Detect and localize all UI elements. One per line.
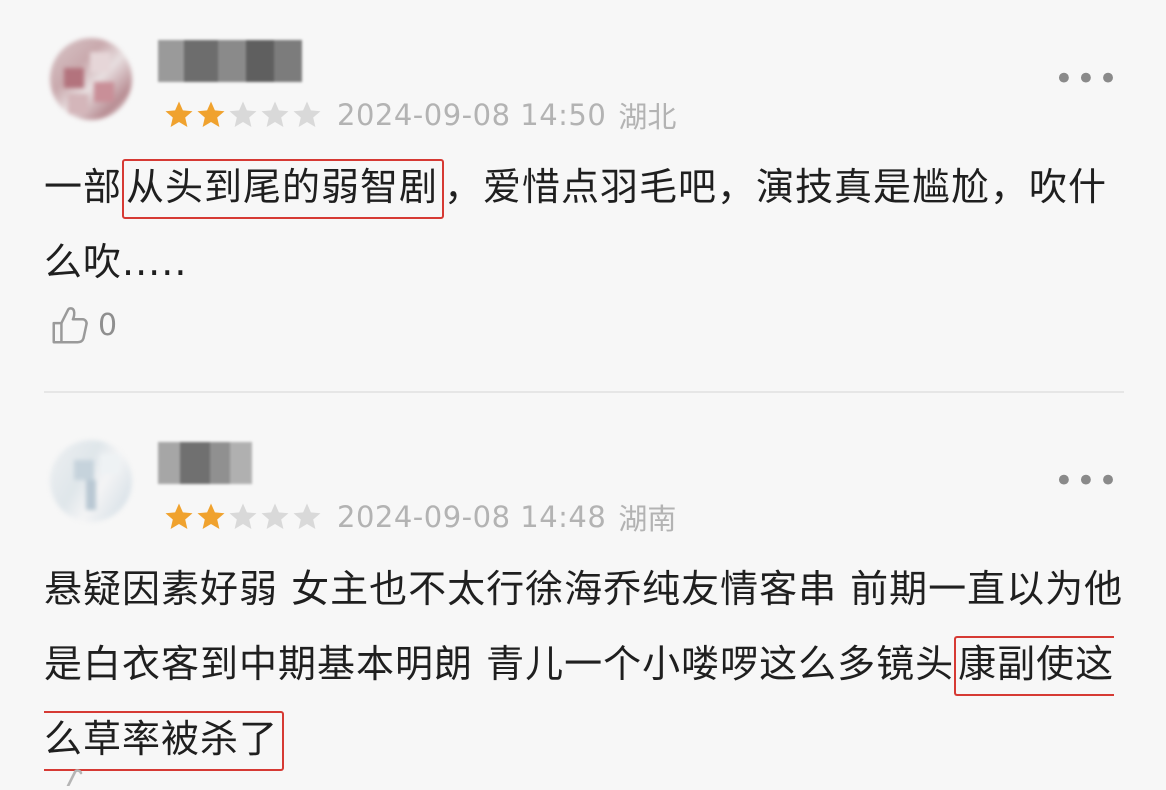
star-empty-icon [229, 503, 257, 529]
comment-meta: 2024-09-08 14:50 湖北 [163, 98, 676, 134]
star-filled-icon [197, 101, 225, 127]
comment-region: 湖南 [618, 502, 677, 536]
star-filled-icon [165, 503, 193, 529]
comment-meta: 2024-09-08 14:48 湖南 [163, 500, 676, 536]
star-rating [163, 99, 323, 131]
divider [44, 391, 1124, 393]
star-empty-icon [229, 101, 257, 127]
avatar[interactable] [50, 440, 132, 522]
comment-text-before: 一部 [44, 165, 123, 209]
comment-date: 2024-09-08 14:50 [337, 98, 607, 132]
more-options-button[interactable]: ••• [1054, 464, 1120, 498]
like-count: 0 [98, 307, 118, 343]
highlighted-text: 从头到尾的弱智剧 [122, 159, 445, 219]
thumbs-up-icon[interactable] [54, 766, 104, 788]
star-empty-icon [261, 503, 289, 529]
avatar[interactable] [50, 38, 132, 120]
username-blurred[interactable] [158, 442, 252, 484]
more-options-button[interactable]: ••• [1054, 62, 1120, 96]
star-empty-icon [261, 101, 289, 127]
comment-text: 悬疑因素好弱 女主也不太行徐海乔纯友情客串 前期一直以为他是白衣客到中期基本明朗… [44, 552, 1124, 777]
star-filled-icon [165, 101, 193, 127]
star-empty-icon [293, 503, 321, 529]
username-blurred[interactable] [158, 40, 302, 82]
comment-text: 一部 从头到尾的弱智剧 ，爱惜点羽毛吧，演技真是尴尬，吹什么吹..... [44, 150, 1124, 300]
like-button[interactable]: 0 [48, 302, 117, 348]
star-empty-icon [293, 101, 321, 127]
thumbs-up-icon [52, 307, 88, 344]
comment-date: 2024-09-08 14:48 [337, 500, 607, 534]
star-rating [163, 501, 323, 533]
comment-region: 湖北 [618, 100, 677, 134]
star-filled-icon [197, 503, 225, 529]
